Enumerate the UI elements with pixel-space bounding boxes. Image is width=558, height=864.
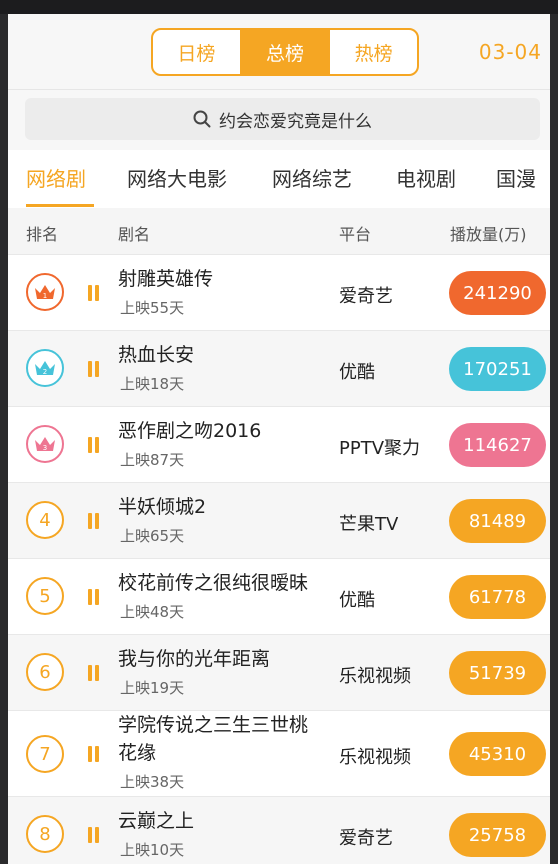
play-count-badge: 114627: [449, 423, 546, 467]
window-edge-left: [0, 14, 8, 864]
search-icon: [193, 110, 211, 128]
drama-title-continued: 花缘: [118, 742, 157, 764]
table-row[interactable]: 7 学院传说之三生三世桃 花缘 上映38天 乐视视频 45310: [8, 710, 550, 796]
table-row[interactable]: 1 射雕英雄传 上映55天 爱奇艺 241290: [8, 254, 550, 330]
platform-name: PPTV聚力: [339, 438, 421, 459]
table-row[interactable]: 5 校花前传之很纯很暧昧 上映48天 优酷 61778: [8, 558, 550, 634]
tab-daily[interactable]: 日榜: [153, 30, 240, 74]
column-header: 排名 剧名 平台 播放量(万): [8, 208, 550, 254]
play-count-badge: 61778: [449, 575, 546, 619]
tab-hot[interactable]: 热榜: [328, 30, 417, 74]
tab-web-movie[interactable]: 网络大电影: [127, 163, 227, 192]
pause-icon[interactable]: [88, 827, 100, 843]
table-row[interactable]: 4 半妖倾城2 上映65天 芒果TV 81489: [8, 482, 550, 558]
platform-name: 爱奇艺: [339, 828, 393, 849]
status-bar: [0, 0, 558, 14]
crown-icon: 2: [35, 361, 55, 376]
crown-icon: 3: [35, 437, 55, 452]
platform-name: 乐视视频: [339, 666, 411, 687]
col-name: 剧名: [118, 225, 151, 244]
platform-name: 优酷: [339, 362, 375, 383]
play-count-badge: 241290: [449, 271, 546, 315]
tab-anime[interactable]: 国漫: [496, 163, 536, 192]
header: 日榜 总榜 热榜 03-04: [8, 14, 550, 90]
play-count-badge: 25758: [449, 813, 546, 857]
search-area: 约会恋爱究竟是什么: [8, 90, 550, 150]
ranking-app: 日榜 总榜 热榜 03-04 约会恋爱究竟是什么 网络剧 网络大电影 网络综艺 …: [8, 14, 550, 864]
rank-badge: 3: [26, 425, 64, 463]
pause-icon[interactable]: [88, 361, 100, 377]
rank-badge: 6: [26, 653, 64, 691]
svg-text:2: 2: [43, 368, 47, 376]
platform-name: 优酷: [339, 590, 375, 611]
days-released: 上映65天: [120, 527, 185, 545]
col-rank: 排名: [26, 225, 59, 244]
play-count-badge: 51739: [449, 651, 546, 695]
tab-total[interactable]: 总榜: [239, 30, 329, 74]
table-row[interactable]: 8 云巅之上 上映10天 爱奇艺 25758: [8, 796, 550, 864]
table-row[interactable]: 2 热血长安 上映18天 优酷 170251: [8, 330, 550, 406]
days-released: 上映48天: [120, 603, 185, 621]
search-bar[interactable]: 约会恋爱究竟是什么: [25, 98, 540, 140]
tab-tv-drama[interactable]: 电视剧: [396, 163, 456, 192]
days-released: 上映87天: [120, 451, 185, 469]
days-released: 上映38天: [120, 773, 185, 791]
rank-badge: 2: [26, 349, 64, 387]
play-count-badge: 45310: [449, 732, 546, 776]
drama-title: 热血长安: [118, 344, 195, 366]
svg-text:3: 3: [43, 444, 47, 452]
platform-name: 乐视视频: [339, 747, 411, 768]
table-row[interactable]: 6 我与你的光年距离 上映19天 乐视视频 51739: [8, 634, 550, 710]
pause-icon[interactable]: [88, 285, 100, 301]
col-platform: 平台: [339, 225, 372, 244]
days-released: 上映55天: [120, 299, 185, 317]
drama-title: 校花前传之很纯很暧昧: [118, 572, 309, 594]
col-plays: 播放量(万): [450, 225, 527, 244]
rank-badge: 7: [26, 735, 64, 773]
tab-web-variety[interactable]: 网络综艺: [272, 163, 352, 192]
drama-title: 射雕英雄传: [118, 268, 214, 290]
window-edge-right: [550, 14, 558, 864]
play-count-badge: 170251: [449, 347, 546, 391]
drama-title: 学院传说之三生三世桃: [118, 714, 309, 736]
days-released: 上映19天: [120, 679, 185, 697]
drama-title: 半妖倾城2: [118, 496, 207, 518]
ranking-list: 1 射雕英雄传 上映55天 爱奇艺 241290 2 热血长安 上映18天 优酷…: [8, 254, 550, 864]
rank-badge: 1: [26, 273, 64, 311]
days-released: 上映10天: [120, 841, 185, 859]
active-tab-indicator: [26, 204, 94, 207]
drama-title: 云巅之上: [118, 810, 195, 832]
play-count-badge: 81489: [449, 499, 546, 543]
pause-icon[interactable]: [88, 513, 100, 529]
date-label[interactable]: 03-04: [479, 40, 542, 64]
days-released: 上映18天: [120, 375, 185, 393]
rank-badge: 8: [26, 815, 64, 853]
platform-name: 芒果TV: [339, 514, 399, 535]
search-text: 约会恋爱究竟是什么: [219, 111, 372, 132]
category-tabs: 网络剧 网络大电影 网络综艺 电视剧 国漫: [8, 150, 550, 208]
table-row[interactable]: 3 恶作剧之吻2016 上映87天 PPTV聚力 114627: [8, 406, 550, 482]
pause-icon[interactable]: [88, 746, 100, 762]
tab-web-drama[interactable]: 网络剧: [26, 163, 86, 192]
rank-badge: 4: [26, 501, 64, 539]
pause-icon[interactable]: [88, 665, 100, 681]
platform-name: 爱奇艺: [339, 286, 393, 307]
board-switcher: 日榜 总榜 热榜: [151, 28, 419, 76]
crown-icon: 1: [35, 285, 55, 300]
pause-icon[interactable]: [88, 589, 100, 605]
svg-text:1: 1: [43, 292, 47, 300]
drama-title: 我与你的光年距离: [118, 648, 271, 670]
drama-title: 恶作剧之吻2016: [118, 420, 262, 442]
pause-icon[interactable]: [88, 437, 100, 453]
rank-badge: 5: [26, 577, 64, 615]
